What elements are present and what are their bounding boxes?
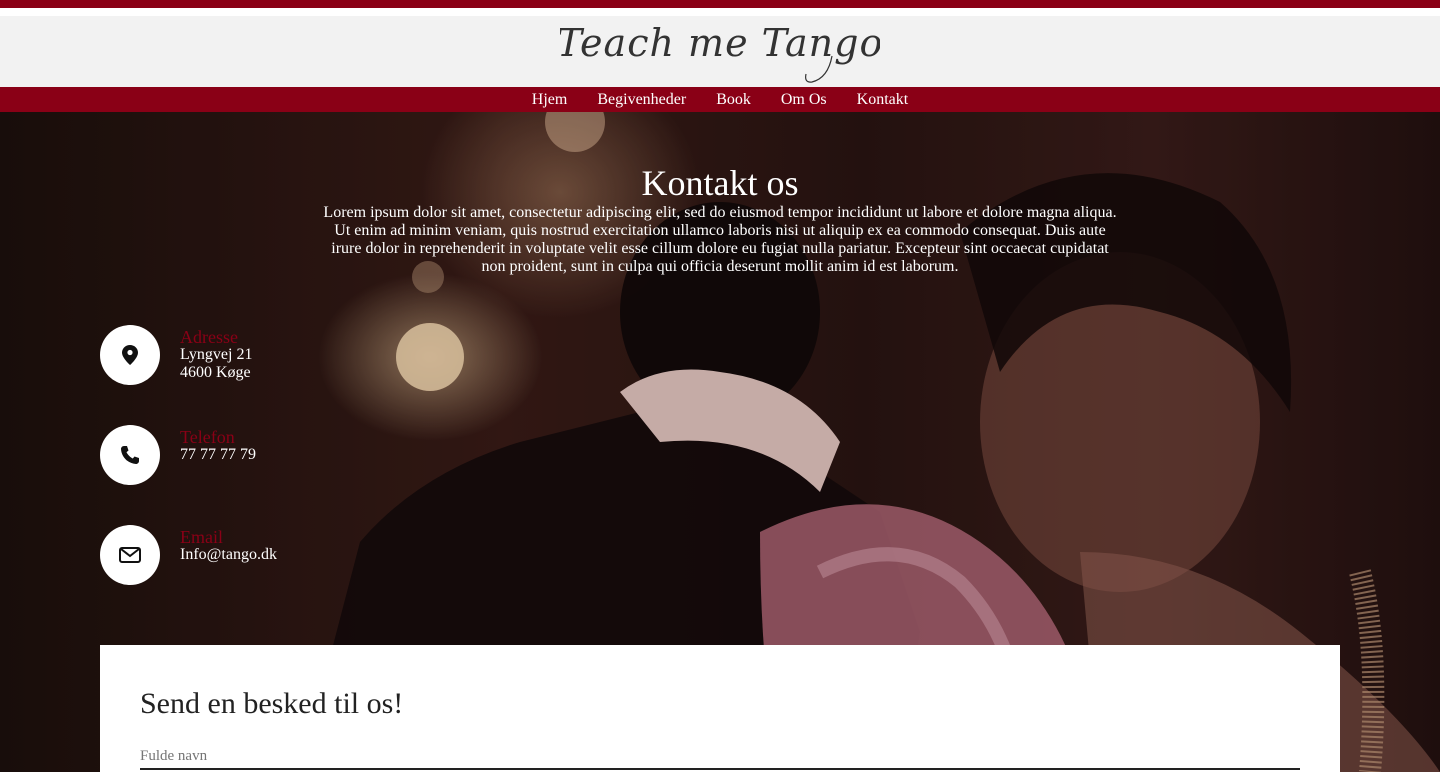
address-line-1: Lyngvej 21 (180, 346, 253, 363)
top-accent-strip (0, 0, 1440, 8)
nav-item-kontakt[interactable]: Kontakt (857, 91, 909, 109)
phone-label: Telefon (180, 427, 235, 447)
map-pin-icon (100, 325, 160, 385)
top-gap (0, 8, 1440, 16)
envelope-icon (100, 525, 160, 585)
address-label: Adresse (180, 327, 238, 347)
nav-item-om-os[interactable]: Om Os (781, 91, 827, 109)
phone-value[interactable]: 77 77 77 79 (180, 446, 256, 464)
brand-logo[interactable]: Teach me Tango (560, 16, 880, 87)
nav-item-begivenheder[interactable]: Begivenheder (597, 91, 686, 109)
main-nav: Hjem Begivenheder Book Om Os Kontakt (0, 87, 1440, 112)
nav-item-book[interactable]: Book (716, 91, 751, 109)
address-line-2: 4600 Køge (180, 364, 251, 381)
email-value[interactable]: Info@tango.dk (180, 546, 277, 564)
contact-form: Send en besked til os! (100, 645, 1340, 772)
contact-address: Adresse Lyngvej 21 4600 Køge (100, 325, 500, 385)
contact-email: Email Info@tango.dk (100, 525, 500, 585)
form-title: Send en besked til os! (140, 687, 404, 720)
phone-icon (100, 425, 160, 485)
page-title: Kontakt os (641, 163, 799, 203)
nav-item-hjem[interactable]: Hjem (532, 91, 568, 109)
contact-phone: Telefon 77 77 77 79 (100, 425, 500, 485)
intro-text: Lorem ipsum dolor sit amet, consectetur … (323, 204, 1117, 275)
logo-bar: Teach me Tango (0, 16, 1440, 87)
email-label: Email (180, 527, 223, 547)
full-name-input[interactable] (140, 745, 1300, 770)
hero-section: Kontakt os Lorem ipsum dolor sit amet, c… (0, 112, 1440, 772)
